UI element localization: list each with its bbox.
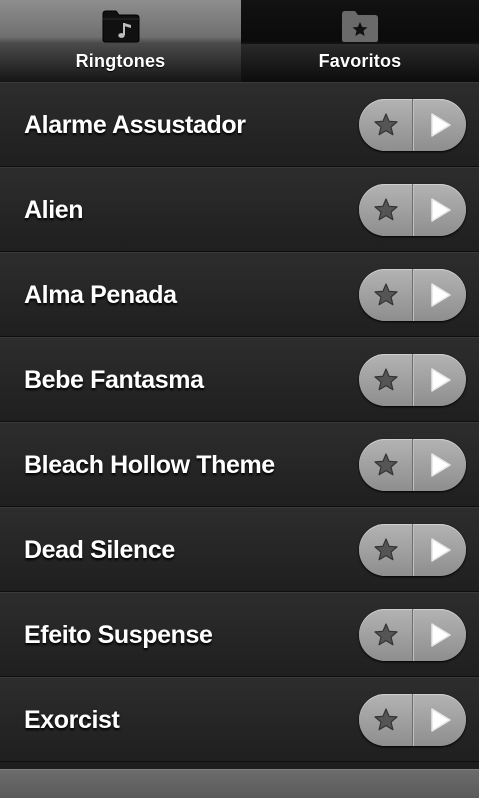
star-icon	[373, 708, 398, 731]
star-icon	[373, 368, 398, 391]
star-folder-icon	[342, 11, 378, 42]
favorite-button[interactable]	[359, 439, 413, 491]
ringtone-controls	[359, 354, 466, 406]
play-button[interactable]	[413, 439, 466, 491]
list-item[interactable]: Bebe Fantasma	[0, 337, 479, 422]
play-icon	[431, 708, 451, 732]
list-item[interactable]: Efeito Suspense	[0, 592, 479, 677]
play-button[interactable]	[413, 184, 466, 236]
ringtone-title: Dead Silence	[24, 536, 175, 564]
favorite-button[interactable]	[359, 524, 413, 576]
tab-label-favoritos: Favoritos	[318, 51, 402, 71]
tab-label-ringtones: Ringtones	[75, 51, 166, 71]
favorite-button[interactable]	[359, 354, 413, 406]
ringtone-title: Alien	[24, 196, 84, 224]
tab-bar: Ringtones Favoritos	[0, 0, 479, 82]
play-icon	[431, 623, 451, 647]
star-icon	[373, 623, 398, 646]
play-icon	[431, 368, 451, 392]
play-icon	[431, 538, 451, 562]
favorite-button[interactable]	[359, 694, 413, 746]
favorite-button[interactable]	[359, 269, 413, 321]
ringtone-title: Bleach Hollow Theme	[24, 451, 275, 479]
list-item[interactable]: Exorcist	[0, 677, 479, 762]
play-icon	[431, 198, 451, 222]
list-item[interactable]: Alien	[0, 167, 479, 252]
play-icon	[431, 283, 451, 307]
ringtone-controls	[359, 99, 466, 151]
ringtone-controls	[359, 439, 466, 491]
ringtone-controls	[359, 269, 466, 321]
star-icon	[373, 113, 398, 136]
favorite-button[interactable]	[359, 184, 413, 236]
ringtone-title: Exorcist	[24, 706, 120, 734]
play-button[interactable]	[413, 524, 466, 576]
ringtone-title: Bebe Fantasma	[24, 366, 204, 394]
ringtone-title: Efeito Suspense	[24, 621, 213, 649]
ringtone-controls	[359, 609, 466, 661]
list-item[interactable]: Alarme Assustador	[0, 82, 479, 167]
tab-ringtones[interactable]: Ringtones	[0, 0, 241, 82]
ringtone-controls	[359, 184, 466, 236]
list-item[interactable]: Dead Silence	[0, 507, 479, 592]
play-button[interactable]	[413, 269, 466, 321]
list-item[interactable]: Alma Penada	[0, 252, 479, 337]
list-item[interactable]: Bleach Hollow Theme	[0, 422, 479, 507]
ringtone-title: Alarme Assustador	[24, 111, 246, 139]
star-icon	[373, 198, 398, 221]
favorite-button[interactable]	[359, 99, 413, 151]
ringtone-controls	[359, 694, 466, 746]
play-icon	[431, 453, 451, 477]
ringtone-list: Alarme Assustador Alien Alma Penada Bebe…	[0, 82, 479, 762]
play-button[interactable]	[413, 609, 466, 661]
ringtone-controls	[359, 524, 466, 576]
star-icon	[373, 283, 398, 306]
favorite-button[interactable]	[359, 609, 413, 661]
play-button[interactable]	[413, 354, 466, 406]
play-button[interactable]	[413, 694, 466, 746]
bottom-bar	[0, 769, 479, 798]
play-button[interactable]	[413, 99, 466, 151]
ringtone-title: Alma Penada	[24, 281, 177, 309]
tab-favoritos[interactable]: Favoritos	[241, 0, 479, 82]
app-root: Ringtones Favoritos Alarme Assustador Al…	[0, 0, 479, 798]
music-folder-icon	[102, 10, 139, 43]
play-icon	[431, 113, 451, 137]
star-icon	[373, 538, 398, 561]
star-icon	[373, 453, 398, 476]
